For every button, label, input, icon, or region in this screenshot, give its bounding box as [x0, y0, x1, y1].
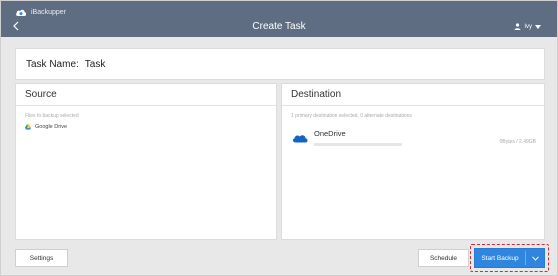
window-title: Create Task — [252, 21, 306, 32]
chevron-down-icon — [531, 255, 539, 261]
google-drive-icon — [25, 124, 31, 130]
destination-subtitle: 1 primary destination selected, 0 altern… — [291, 113, 412, 119]
destination-item-onedrive[interactable]: OneDrive 0Bytes / 2.49GB — [292, 128, 536, 152]
destination-panel[interactable]: Destination 1 primary destination select… — [281, 83, 545, 240]
user-menu[interactable]: Ivy — [514, 23, 541, 30]
caret-down-icon — [535, 24, 541, 29]
task-name-input[interactable] — [84, 58, 285, 70]
brand-name: iBackupper — [31, 8, 67, 16]
source-item-label: Google Drive — [35, 124, 68, 130]
start-backup-label: Start Backup — [481, 254, 519, 262]
app-window: iBackupper Create Task Ivy Task Name: So… — [0, 0, 558, 276]
user-icon — [514, 23, 521, 30]
start-backup-dropdown[interactable] — [526, 255, 544, 261]
brand: iBackupper — [15, 6, 66, 18]
source-subtitle: Files to backup selected — [25, 113, 79, 119]
schedule-button[interactable]: Schedule — [418, 249, 469, 267]
user-name: Ivy — [524, 23, 532, 30]
task-name-panel: Task Name: — [15, 48, 545, 80]
cloud-logo-icon — [16, 9, 27, 16]
title-bar: iBackupper Create Task Ivy — [1, 1, 557, 37]
start-backup-button[interactable]: Start Backup — [474, 248, 545, 268]
storage-size-text: 0Bytes / 2.49GB — [499, 139, 536, 145]
source-item-google-drive[interactable]: Google Drive — [16, 119, 276, 130]
storage-usage-bar — [314, 143, 402, 146]
onedrive-icon — [292, 135, 308, 143]
destination-name: OneDrive — [314, 129, 346, 138]
content-area: Task Name: Source Files to backup select… — [1, 37, 557, 275]
source-title: Source — [16, 84, 276, 106]
source-panel[interactable]: Source Files to backup selected Google D… — [15, 83, 277, 240]
settings-button[interactable]: Settings — [15, 249, 68, 267]
destination-title: Destination — [282, 84, 544, 106]
task-name-label: Task Name: — [26, 58, 79, 70]
